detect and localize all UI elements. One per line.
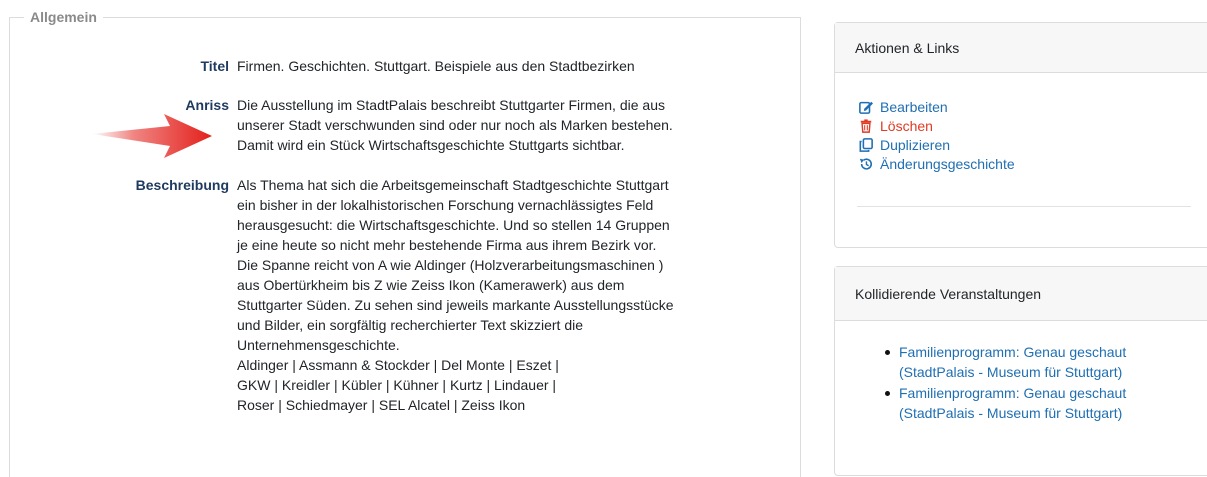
- collisions-card: Kollidierende Veranstaltungen Familienpr…: [834, 266, 1207, 476]
- edit-label: Bearbeiten: [880, 98, 948, 115]
- beschreibung-line: ein bisher in der lokalhistorischen Fors…: [237, 197, 654, 213]
- bullet: [885, 391, 890, 396]
- titel-text: Firmen. Geschichten. Stuttgart. Beispiel…: [237, 58, 635, 74]
- collisions-list: Familienprogramm: Genau geschaut (StadtP…: [835, 321, 1207, 423]
- red-arrow-annotation: [92, 114, 212, 158]
- actions-card: Aktionen & Links Bearbeiten Löschen Dupl…: [834, 22, 1207, 248]
- history-label: Änderungsgeschichte: [880, 155, 1015, 172]
- actions-divider: [857, 206, 1191, 207]
- anriss-line: unserer Stadt verschwunden sind oder nur…: [237, 117, 673, 133]
- beschreibung-line: Unternehmensgeschichte.: [237, 337, 400, 353]
- list-item: Familienprogramm: Genau geschaut (StadtP…: [885, 383, 1207, 423]
- duplicate-label: Duplizieren: [880, 136, 951, 153]
- delete-button[interactable]: Löschen: [859, 116, 1207, 135]
- anriss-value: Die Ausstellung im StadtPalais beschreib…: [237, 95, 737, 155]
- edit-button[interactable]: Bearbeiten: [859, 97, 1207, 116]
- anriss-line: Damit wird ein Stück Wirtschaftsgeschich…: [237, 137, 625, 153]
- actions-list: Bearbeiten Löschen Duplizieren Änderungs…: [835, 73, 1207, 173]
- titel-label: Titel: [200, 58, 229, 74]
- actions-card-header: Aktionen & Links: [835, 23, 1207, 73]
- edit-icon: [859, 101, 873, 114]
- duplicate-button[interactable]: Duplizieren: [859, 135, 1207, 154]
- beschreibung-line: je eine heute so nicht mehr bestehende F…: [237, 237, 657, 253]
- anriss-line: Die Ausstellung im StadtPalais beschreib…: [237, 97, 665, 113]
- collision-link-line1[interactable]: Familienprogramm: Genau geschaut: [899, 342, 1207, 362]
- anriss-label: Anriss: [185, 97, 229, 113]
- trash-icon: [860, 118, 872, 133]
- beschreibung-value: Als Thema hat sich die Arbeitsgemeinscha…: [237, 175, 737, 415]
- beschreibung-line: GKW | Kreidler | Kübler | Kühner | Kurtz…: [237, 377, 557, 393]
- beschreibung-label: Beschreibung: [135, 177, 229, 193]
- beschreibung-line: herausgesucht: die Wirtschaftsgeschichte…: [237, 217, 670, 233]
- titel-value: Firmen. Geschichten. Stuttgart. Beispiel…: [237, 56, 737, 76]
- beschreibung-line: aus Obertürkheim bis Z wie Zeiss Ikon (K…: [237, 277, 625, 293]
- beschreibung-line: Die Spanne reicht von A wie Aldinger (Ho…: [237, 257, 664, 273]
- collision-link-line1[interactable]: Familienprogramm: Genau geschaut: [899, 383, 1207, 403]
- fieldset-legend: Allgemein: [24, 8, 103, 26]
- beschreibung-line: Aldinger | Assmann & Stockder | Del Mont…: [237, 357, 559, 373]
- copy-icon: [859, 137, 873, 152]
- delete-label: Löschen: [880, 117, 933, 134]
- beschreibung-line: Roser | Schiedmayer | SEL Alcatel | Zeis…: [237, 397, 526, 413]
- history-icon: [859, 157, 873, 170]
- bullet: [885, 350, 890, 355]
- collision-link-line2[interactable]: (StadtPalais - Museum für Stuttgart): [899, 403, 1207, 423]
- collision-link-line2[interactable]: (StadtPalais - Museum für Stuttgart): [899, 362, 1207, 382]
- beschreibung-line: und Bilder, ein sorgfältig recherchierte…: [237, 317, 584, 333]
- collisions-card-header: Kollidierende Veranstaltungen: [835, 267, 1207, 321]
- history-button[interactable]: Änderungsgeschichte: [859, 154, 1207, 173]
- beschreibung-line: Als Thema hat sich die Arbeitsgemeinscha…: [237, 177, 669, 193]
- beschreibung-line: Stuttgarter Süden. Zu sehen sind jeweils…: [237, 297, 674, 313]
- list-item: Familienprogramm: Genau geschaut (StadtP…: [885, 342, 1207, 382]
